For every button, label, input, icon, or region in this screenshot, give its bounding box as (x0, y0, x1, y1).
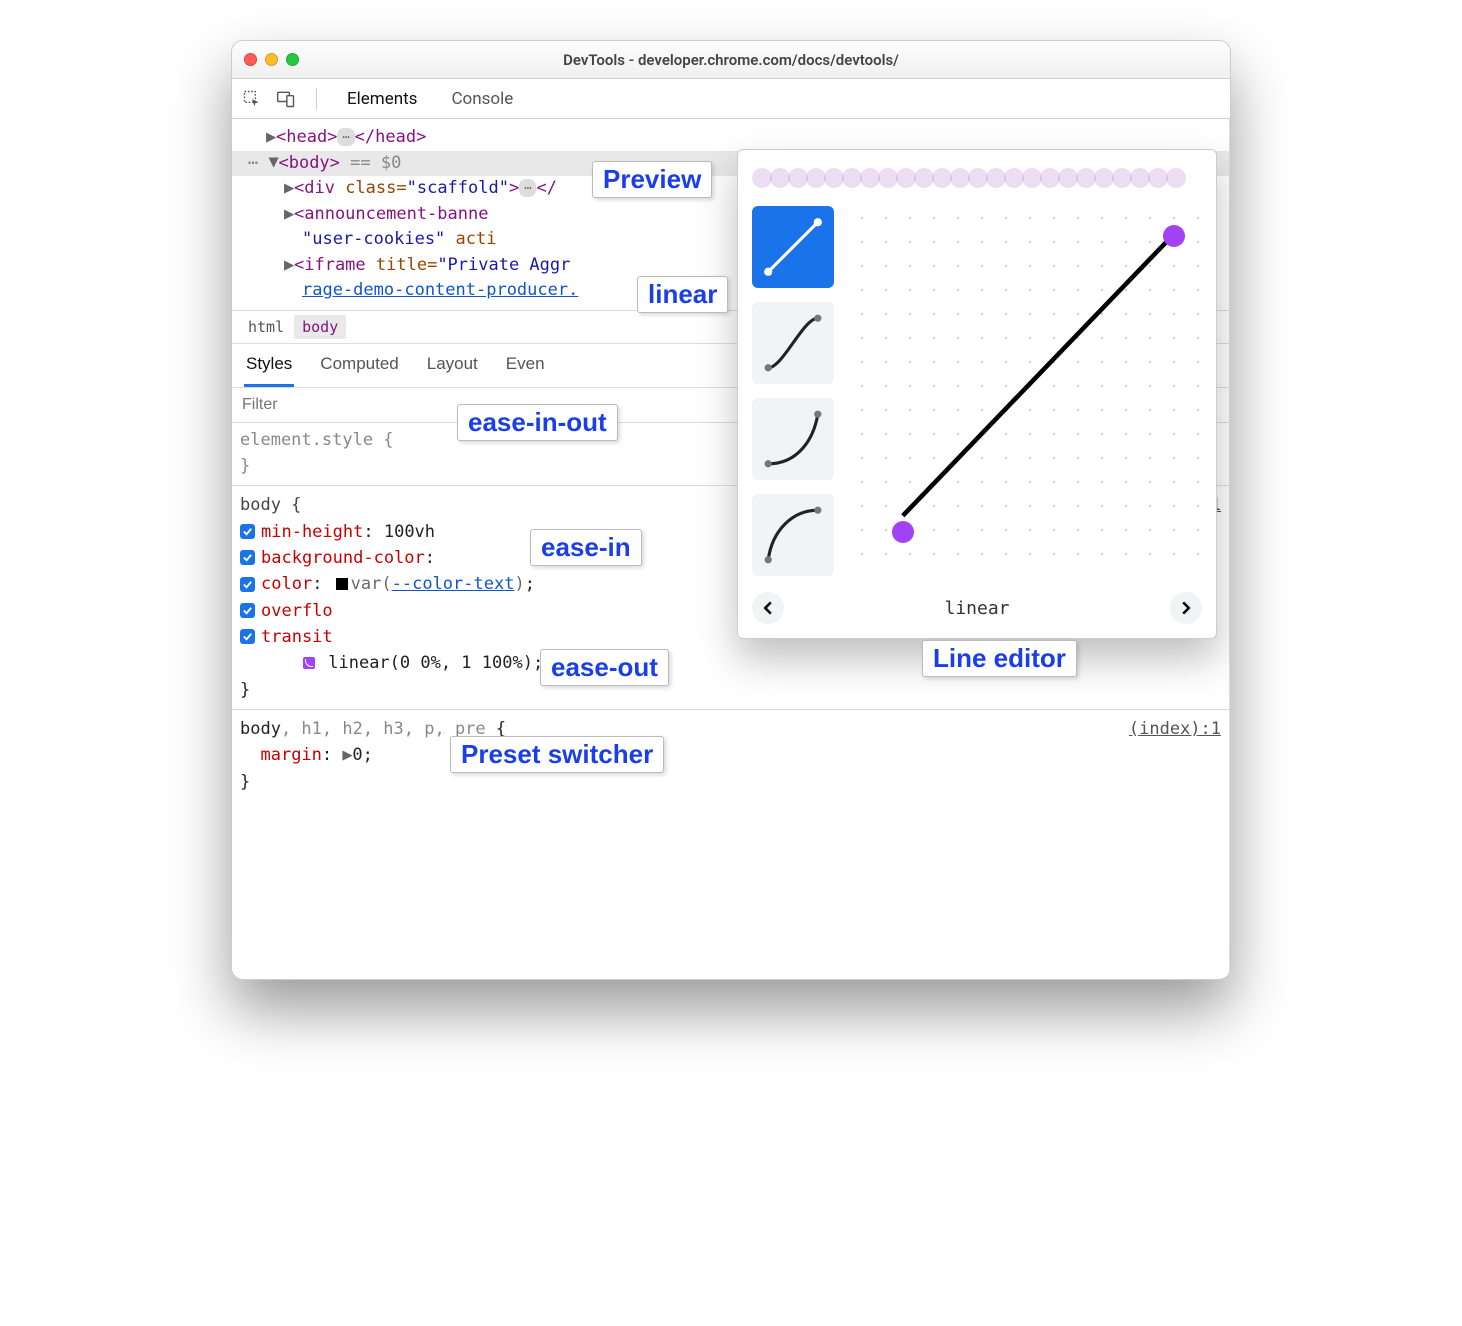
color-swatch-icon[interactable] (336, 578, 348, 590)
easing-presets (752, 206, 834, 576)
rule-divider (232, 709, 1229, 710)
curve-handle-start[interactable] (892, 521, 914, 543)
preset-ease-in[interactable] (752, 398, 834, 480)
checkbox-icon[interactable] (240, 524, 255, 539)
callout-linear: linear (637, 276, 728, 313)
callout-preset-switcher: Preset switcher (450, 736, 664, 773)
breadcrumb-body[interactable]: body (294, 315, 346, 339)
devtools-window: DevTools - developer.chrome.com/docs/dev… (231, 40, 1231, 980)
checkbox-icon[interactable] (240, 603, 255, 618)
preset-name: linear (944, 598, 1009, 619)
device-toggle-icon[interactable] (276, 89, 296, 109)
callout-ease-in: ease-in (530, 529, 642, 566)
preset-switcher: linear (752, 592, 1202, 624)
tab-event-listeners[interactable]: Even (504, 344, 547, 387)
preset-ease-in-out[interactable] (752, 302, 834, 384)
ellipsis-icon[interactable]: ⋯ (337, 128, 354, 146)
tab-styles[interactable]: Styles (244, 344, 294, 387)
ellipsis-icon[interactable]: ⋯ (519, 179, 536, 197)
checkbox-icon[interactable] (240, 577, 255, 592)
preset-next-button[interactable] (1170, 592, 1202, 624)
easing-curve-editor[interactable] (850, 206, 1202, 576)
chevron-right-icon (1179, 601, 1193, 615)
callout-preview: Preview (592, 161, 712, 198)
tab-elements[interactable]: Elements (337, 83, 427, 115)
chevron-left-icon (761, 601, 775, 615)
toolbar-divider (316, 88, 317, 110)
preset-prev-button[interactable] (752, 592, 784, 624)
tab-computed[interactable]: Computed (318, 344, 400, 387)
titlebar: DevTools - developer.chrome.com/docs/dev… (232, 41, 1230, 79)
preset-ease-out[interactable] (752, 494, 834, 576)
tab-console[interactable]: Console (441, 83, 523, 115)
preset-linear[interactable] (752, 206, 834, 288)
inspect-icon[interactable] (242, 89, 262, 109)
dom-row-head[interactable]: ▶<head>⋯</head> (248, 125, 1229, 151)
easing-editor-popover: linear (737, 149, 1217, 639)
source-link[interactable]: (index):1 (1129, 716, 1221, 742)
window-title: DevTools - developer.chrome.com/docs/dev… (232, 51, 1230, 69)
easing-swatch-icon[interactable] (303, 657, 315, 669)
toolbar: Elements Console (232, 79, 1230, 119)
breadcrumb-html[interactable]: html (240, 315, 292, 339)
easing-preview-strip[interactable] (752, 162, 1202, 194)
callout-line-editor: Line editor (922, 640, 1077, 677)
checkbox-icon[interactable] (240, 550, 255, 565)
callout-ease-in-out: ease-in-out (457, 404, 618, 441)
curve-handle-end[interactable] (1163, 225, 1185, 247)
rule-body-group[interactable]: (index):1 body, h1, h2, h3, p, pre { mar… (240, 716, 1221, 795)
checkbox-icon[interactable] (240, 629, 255, 644)
callout-ease-out: ease-out (540, 649, 669, 686)
tab-layout[interactable]: Layout (425, 344, 480, 387)
